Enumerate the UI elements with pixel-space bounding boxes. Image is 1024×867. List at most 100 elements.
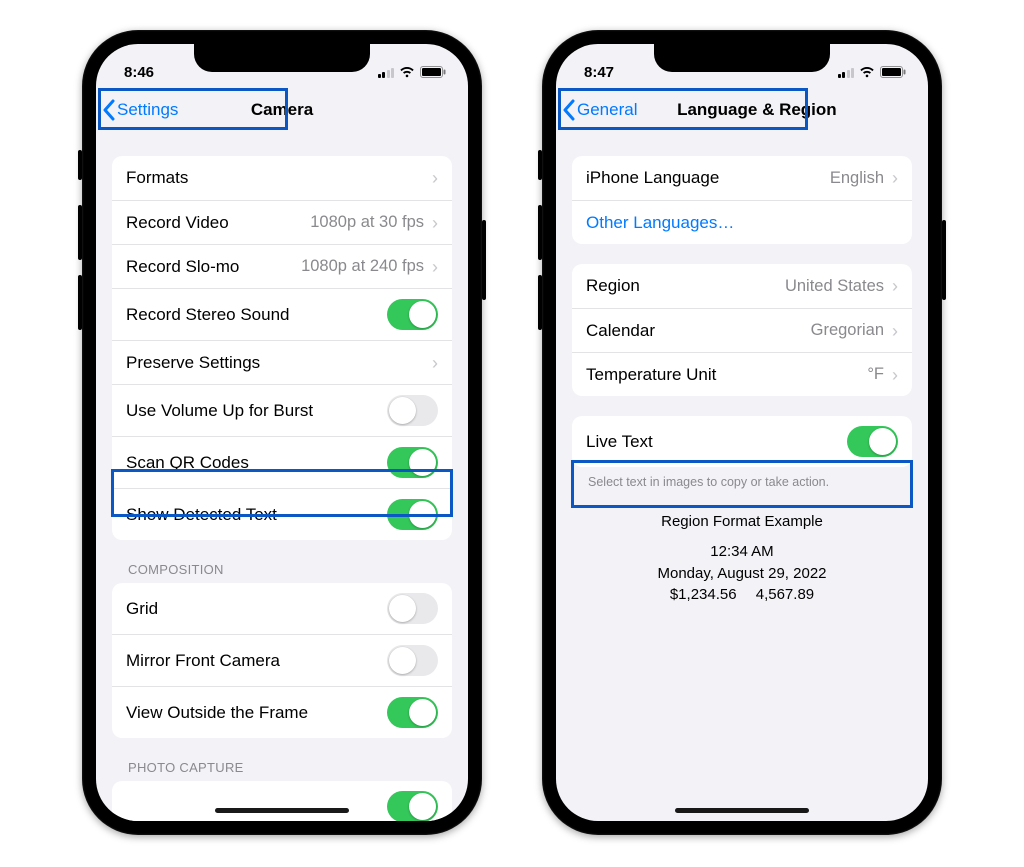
nav-bar: General Language & Region — [556, 88, 928, 132]
row-value: 1080p at 240 fps — [301, 257, 424, 276]
toggle-outside-frame[interactable] — [387, 697, 438, 728]
row-label: Use Volume Up for Burst — [126, 401, 313, 421]
row-formats[interactable]: Formats › — [112, 156, 452, 200]
phone-left: 8:46 Settings Camera — [82, 30, 482, 835]
toggle-mirror-front[interactable] — [387, 645, 438, 676]
page-title: Camera — [251, 100, 313, 120]
row-label — [126, 797, 131, 817]
row-value: English — [830, 169, 884, 188]
settings-group-main: Formats › Record Video 1080p at 30 fps› … — [112, 156, 452, 540]
row-stereo-sound[interactable]: Record Stereo Sound — [112, 288, 452, 340]
settings-group-livetext: Live Text — [572, 416, 912, 467]
row-label: Show Detected Text — [126, 505, 277, 525]
cellular-icon — [378, 67, 395, 78]
footer-live-text: Select text in images to copy or take ac… — [588, 475, 912, 489]
status-icons — [378, 66, 447, 78]
row-value: Gregorian — [811, 321, 884, 340]
region-format-example: Region Format Example 12:34 AM Monday, A… — [572, 511, 912, 606]
back-button[interactable]: General — [562, 99, 637, 121]
toggle-peek[interactable] — [387, 791, 438, 821]
chevron-right-icon: › — [432, 169, 438, 187]
mute-switch — [538, 150, 542, 180]
status-time: 8:46 — [124, 64, 154, 81]
battery-icon — [880, 66, 906, 78]
row-preserve-settings[interactable]: Preserve Settings › — [112, 340, 452, 384]
toggle-volume-burst[interactable] — [387, 395, 438, 426]
row-label: Scan QR Codes — [126, 453, 249, 473]
example-time: 12:34 AM — [572, 541, 912, 563]
chevron-right-icon: › — [892, 366, 898, 384]
row-label: Region — [586, 276, 640, 296]
toggle-show-detected-text[interactable] — [387, 499, 438, 530]
row-record-video[interactable]: Record Video 1080p at 30 fps› — [112, 200, 452, 244]
row-label: iPhone Language — [586, 168, 719, 188]
row-qr-codes[interactable]: Scan QR Codes — [112, 436, 452, 488]
example-date: Monday, August 29, 2022 — [572, 563, 912, 585]
screen-right: 8:47 General Language & Region — [556, 44, 928, 821]
mute-switch — [78, 150, 82, 180]
power-button — [942, 220, 946, 300]
nav-bar: Settings Camera — [96, 88, 468, 132]
toggle-live-text[interactable] — [847, 426, 898, 457]
settings-group-language: iPhone Language English› Other Languages… — [572, 156, 912, 244]
row-label: Mirror Front Camera — [126, 651, 280, 671]
notch — [654, 44, 830, 72]
back-button[interactable]: Settings — [102, 99, 178, 121]
row-record-slomo[interactable]: Record Slo-mo 1080p at 240 fps › — [112, 244, 452, 288]
chevron-right-icon: › — [432, 214, 438, 232]
row-value: United States — [785, 277, 884, 296]
home-indicator[interactable] — [675, 808, 809, 813]
settings-group-region: Region United States› Calendar Gregorian… — [572, 264, 912, 396]
row-outside-frame[interactable]: View Outside the Frame — [112, 686, 452, 738]
volume-up — [78, 205, 82, 260]
power-button — [482, 220, 486, 300]
row-grid[interactable]: Grid — [112, 583, 452, 634]
chevron-right-icon: › — [892, 322, 898, 340]
settings-content[interactable]: Formats › Record Video 1080p at 30 fps› … — [96, 132, 468, 821]
row-volume-burst[interactable]: Use Volume Up for Burst — [112, 384, 452, 436]
row-calendar[interactable]: Calendar Gregorian› — [572, 308, 912, 352]
toggle-qr-codes[interactable] — [387, 447, 438, 478]
row-label: Record Video — [126, 213, 229, 233]
wifi-icon — [859, 66, 875, 78]
row-other-languages[interactable]: Other Languages… — [572, 200, 912, 244]
row-show-detected-text[interactable]: Show Detected Text — [112, 488, 452, 540]
settings-content[interactable]: iPhone Language English› Other Languages… — [556, 132, 928, 821]
page-title: Language & Region — [677, 100, 837, 120]
chevron-right-icon: › — [892, 277, 898, 295]
row-label: Record Slo-mo — [126, 257, 239, 277]
chevron-right-icon: › — [432, 354, 438, 372]
battery-icon — [420, 66, 446, 78]
row-value: °F — [867, 365, 884, 384]
toggle-grid[interactable] — [387, 593, 438, 624]
row-peek[interactable] — [112, 781, 452, 821]
row-label: Temperature Unit — [586, 365, 716, 385]
row-label: Formats — [126, 168, 188, 188]
settings-group-composition: Grid Mirror Front Camera View Outside th… — [112, 583, 452, 738]
chevron-right-icon: › — [432, 258, 438, 276]
chevron-left-icon — [562, 99, 575, 121]
row-mirror-front[interactable]: Mirror Front Camera — [112, 634, 452, 686]
status-icons — [838, 66, 907, 78]
chevron-left-icon — [102, 99, 115, 121]
status-time: 8:47 — [584, 64, 614, 81]
row-label: Other Languages… — [586, 213, 734, 233]
row-live-text[interactable]: Live Text — [572, 416, 912, 467]
phone-right: 8:47 General Language & Region — [542, 30, 942, 835]
toggle-stereo-sound[interactable] — [387, 299, 438, 330]
notch — [194, 44, 370, 72]
back-label: Settings — [117, 100, 178, 120]
home-indicator[interactable] — [215, 808, 349, 813]
row-temperature[interactable]: Temperature Unit °F › — [572, 352, 912, 396]
row-label: Preserve Settings — [126, 353, 260, 373]
back-label: General — [577, 100, 637, 120]
section-header-photo-capture: PHOTO CAPTURE — [128, 760, 452, 775]
settings-group-photo-capture — [112, 781, 452, 821]
screen-left: 8:46 Settings Camera — [96, 44, 468, 821]
row-region[interactable]: Region United States › — [572, 264, 912, 308]
wifi-icon — [399, 66, 415, 78]
row-label: Live Text — [586, 432, 653, 452]
row-iphone-language[interactable]: iPhone Language English› — [572, 156, 912, 200]
volume-down — [538, 275, 542, 330]
volume-down — [78, 275, 82, 330]
